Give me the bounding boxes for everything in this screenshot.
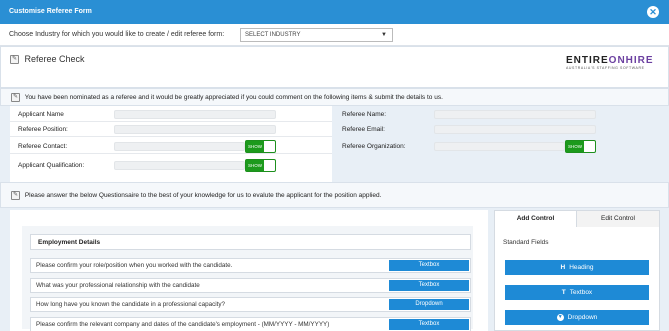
questionnaire-panel: ✎ Please answer the below Questionsaire … [0,182,669,208]
question-row[interactable]: Please confirm the relevant company and … [30,317,471,331]
right-field-column: Referee Name: Referee Email: Referee Org… [334,106,659,182]
section-heading[interactable]: Employment Details [30,234,471,250]
referee-check-panel: ✎ Referee Check ENTIREONHIRE AUSTRALIA'S… [0,46,669,88]
logo-brand-main: ENTIRE [566,55,609,66]
field-row-referee-email: Referee Email: [334,123,659,137]
referee-details: Applicant Name Referee Position: Referee… [0,106,669,182]
logo-tagline: AUSTRALIA'S STAFFING SOFTWARE [566,66,645,70]
dropdown-icon: ▼ [556,313,564,321]
window-title: Customise Referee Form [9,8,92,15]
nomination-text: You have been nominated as a referee and… [24,94,443,102]
industry-label: Choose Industry for which you would like… [9,31,225,38]
referee-organization-field[interactable] [434,142,565,151]
heading-icon: H [560,264,566,271]
referee-position-field[interactable] [114,125,276,134]
referee-name-field[interactable] [434,110,596,119]
form-builder: Employment Details Please confirm your r… [0,208,669,331]
field-row-referee-position: Referee Position: [10,123,332,137]
caret-down-icon: ▼ [381,32,387,38]
referee-contact-field[interactable] [114,142,245,151]
field-row-referee-organization: Referee Organization: SHOW [334,140,659,154]
question-text: Please confirm your role/position when y… [36,262,233,269]
show-toggle[interactable]: SHOW [245,159,276,172]
show-toggle-label: SHOW [566,141,584,152]
add-heading-button[interactable]: H Heading [505,260,649,275]
field-label: Referee Name: [342,111,387,118]
field-row-referee-contact: Referee Contact: SHOW [10,140,332,154]
question-type-button[interactable]: Textbox [389,280,469,291]
field-row-referee-name: Referee Name: [334,108,659,122]
company-logo: ENTIREONHIRE AUSTRALIA'S STAFFING SOFTWA… [566,55,659,75]
question-type-button[interactable]: Textbox [389,260,469,271]
control-label: Dropdown [567,314,598,321]
standard-fields-label: Standard Fields [503,239,549,246]
edit-icon[interactable]: ✎ [11,191,20,200]
referee-check-heading: ✎ Referee Check [10,54,85,65]
question-text: Please confirm the relevant company and … [36,321,330,328]
field-label: Referee Position: [18,126,68,133]
referee-check-title: Referee Check [24,54,85,64]
control-label: Heading [569,264,594,271]
show-toggle-label: SHOW [246,160,264,171]
questionnaire-text: Please answer the below Questionsaire to… [24,192,382,200]
show-toggle-label: SHOW [246,141,264,152]
question-text: What was your professional relationship … [36,282,200,289]
tab-edit-control[interactable]: Edit Control [577,211,659,227]
add-textbox-button[interactable]: T Textbox [505,285,649,300]
applicant-name-field[interactable] [114,110,276,119]
field-label: Referee Email: [342,126,385,133]
tab-add-control[interactable]: Add Control [495,211,577,227]
question-text: How long have you known the candidate in… [36,301,226,308]
field-row-applicant-name: Applicant Name [10,108,332,122]
left-field-column: Applicant Name Referee Position: Referee… [10,106,332,182]
control-sidebar: Add Control Edit Control Standard Fields… [494,210,660,331]
window-titlebar: Customise Referee Form ✕ [0,0,669,24]
industry-row: Choose Industry for which you would like… [0,24,669,46]
add-dropdown-button[interactable]: ▼ Dropdown [505,310,649,325]
textbox-icon: T [561,289,566,296]
applicant-qualification-field[interactable] [114,161,245,170]
control-label: Textbox [569,289,593,296]
question-row[interactable]: What was your professional relationship … [30,278,471,293]
question-row[interactable]: How long have you known the candidate in… [30,297,471,312]
section-title: Employment Details [38,239,101,246]
question-type-button[interactable]: Dropdown [389,299,469,310]
edit-icon[interactable]: ✎ [11,93,20,102]
edit-icon[interactable]: ✎ [10,55,19,65]
industry-select-value: SELECT INDUSTRY [245,32,301,38]
industry-select[interactable]: SELECT INDUSTRY ▼ [240,28,393,42]
show-toggle[interactable]: SHOW [245,140,276,153]
nomination-panel: ✎ You have been nominated as a referee a… [0,88,669,106]
field-label: Applicant Name [18,111,64,118]
logo-brand-accent: ONHIRE [608,55,654,66]
field-label: Referee Organization: [342,143,406,150]
field-label: Referee Contact: [18,143,68,150]
question-type-button[interactable]: Textbox [389,319,469,330]
sidebar-tabs: Add Control Edit Control [495,211,659,227]
close-icon[interactable]: ✕ [647,6,659,18]
show-toggle[interactable]: SHOW [565,140,596,153]
field-label: Applicant Qualification: [18,162,85,169]
field-row-applicant-qualification: Applicant Qualification: SHOW [10,159,332,173]
question-row[interactable]: Please confirm your role/position when y… [30,258,471,273]
referee-email-field[interactable] [434,125,596,134]
